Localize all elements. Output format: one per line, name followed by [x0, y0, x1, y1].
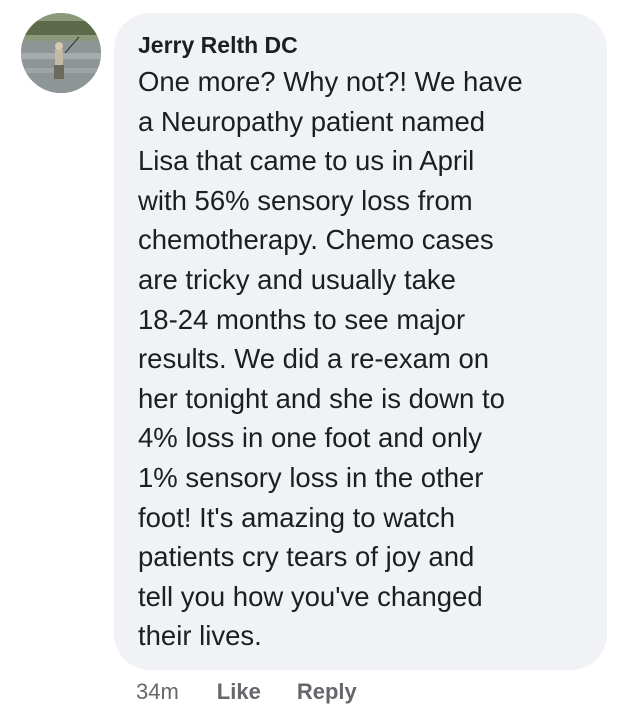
comment-text-line: Lisa that came to us in April — [138, 145, 475, 177]
comment-bubble: Jerry Relth DC One more? Why not?! We ha… — [114, 13, 607, 670]
comment-text-line: chemotherapy. Chemo cases — [138, 224, 494, 256]
comment: Jerry Relth DC One more? Why not?! We ha… — [0, 0, 631, 719]
comment-text-line: are tricky and usually take — [138, 263, 456, 295]
comment-text: One more? Why not?! We have a Neuropathy… — [138, 62, 598, 656]
comment-text-line: 18-24 months to see major — [138, 303, 466, 335]
comment-text-line: results. We did a re-exam on — [138, 343, 490, 375]
comment-text-line: their lives. — [138, 620, 262, 652]
comment-timestamp[interactable]: 34m — [136, 679, 179, 705]
comment-text-line: with 56% sensory loss from — [138, 184, 473, 216]
comment-text-line: foot! It's amazing to watch — [138, 501, 456, 533]
comment-text-line: her tonight and she is down to — [138, 382, 505, 414]
comment-text-line: tell you how you've changed — [138, 580, 483, 612]
comment-actions: 34m Like Reply — [136, 677, 393, 707]
like-button[interactable]: Like — [217, 679, 261, 705]
avatar[interactable] — [21, 13, 101, 93]
comment-text-line: One more? Why not?! We have — [138, 66, 523, 97]
comment-text-line: a Neuropathy patient named — [138, 105, 486, 137]
comment-text-line: 1% sensory loss in the other — [138, 461, 484, 493]
avatar-photo — [21, 13, 101, 93]
comment-text-line: 4% loss in one foot and only — [138, 422, 482, 454]
comment-text-line: patients cry tears of joy and — [138, 541, 475, 573]
comment-author[interactable]: Jerry Relth DC — [138, 31, 589, 59]
reply-button[interactable]: Reply — [297, 679, 357, 705]
